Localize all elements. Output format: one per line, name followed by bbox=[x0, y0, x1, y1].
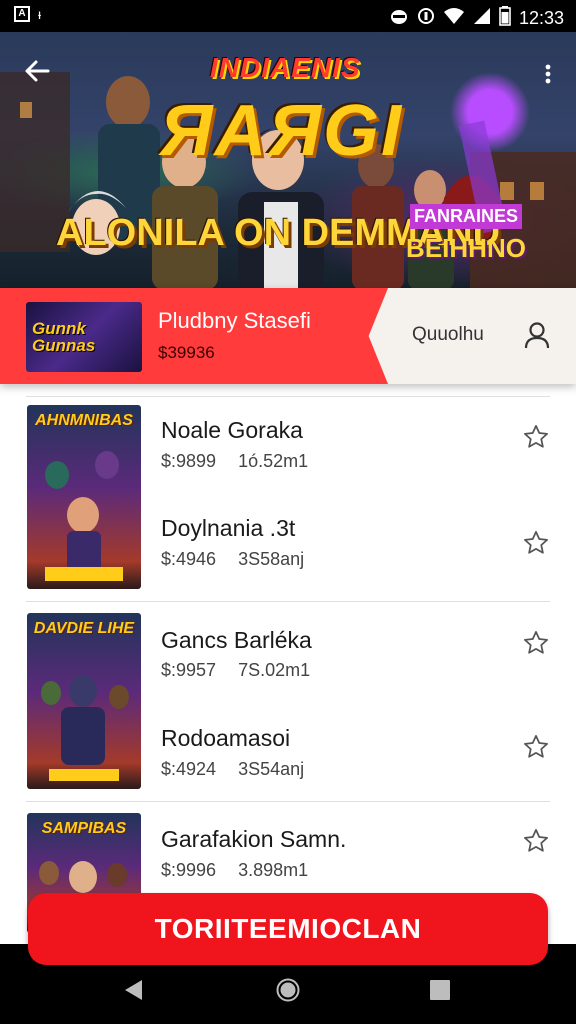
item-price: $:4946 bbox=[161, 549, 217, 569]
item-size: 1ó.52m1 bbox=[238, 451, 309, 471]
triangle-left-icon bbox=[125, 980, 142, 1000]
item-price: $:4924 bbox=[161, 759, 217, 779]
item-meta-3: $:9957 7S.02m1 bbox=[161, 660, 310, 681]
nav-home-button[interactable] bbox=[276, 978, 300, 1002]
list-divider bbox=[26, 396, 550, 397]
nav-recent-apps-button[interactable] bbox=[428, 978, 452, 1002]
favorite-button-4[interactable] bbox=[522, 733, 550, 761]
arrow-left-icon bbox=[25, 60, 50, 82]
item-price: $:9899 bbox=[161, 451, 217, 471]
item-size: 3.898m1 bbox=[238, 860, 309, 880]
item-price: $:9957 bbox=[161, 660, 217, 680]
hero-title-small: INDIAENIS ★ bbox=[210, 52, 361, 83]
star-outline-icon bbox=[524, 531, 548, 554]
item-size: 3S54anj bbox=[238, 759, 305, 779]
cover-title: SAMPIBAS bbox=[41, 820, 127, 837]
status-left: A ᵻ bbox=[14, 6, 41, 22]
item-title-1[interactable]: Noale Goraka bbox=[161, 417, 303, 444]
game-cover-1[interactable]: AHNMNIBAS bbox=[27, 405, 141, 589]
do-not-disturb-icon bbox=[417, 7, 435, 30]
star-outline-icon bbox=[524, 735, 548, 758]
featured-title: Pludbny Stasefi bbox=[158, 308, 311, 333]
cover-art bbox=[41, 675, 129, 781]
hero-badge: FANRAINES BEIHHNO bbox=[404, 204, 528, 276]
clock: 12:33 bbox=[518, 8, 564, 28]
item-title-2[interactable]: Doylnania .3t bbox=[161, 515, 295, 542]
primary-action-button[interactable]: TORIITEEMIOCLAN bbox=[28, 893, 548, 965]
featured-price: $39936 bbox=[158, 343, 215, 362]
more-vertical-icon bbox=[545, 64, 551, 84]
item-price: $:9996 bbox=[161, 860, 217, 880]
item-meta-4: $:4924 3S54anj bbox=[161, 759, 304, 780]
featured-store-label[interactable]: Quuolhu bbox=[412, 324, 484, 346]
game-cover-2[interactable]: DAVDIE LIHE bbox=[27, 613, 141, 789]
featured-card[interactable]: Gunnk Gunnas Pludbny Stasefi $39936 Quuo… bbox=[0, 288, 576, 384]
nav-back-button[interactable] bbox=[122, 978, 146, 1002]
item-meta-2: $:4946 3S58anj bbox=[161, 549, 304, 570]
status-bar: A ᵻ 12:33 bbox=[0, 0, 576, 32]
circle-icon bbox=[276, 978, 300, 1002]
favorite-button-2[interactable] bbox=[522, 529, 550, 557]
list-divider bbox=[26, 801, 550, 802]
square-icon bbox=[430, 980, 450, 1000]
favorite-button-1[interactable] bbox=[522, 423, 550, 451]
star-outline-icon bbox=[524, 631, 548, 654]
profile-button[interactable] bbox=[522, 320, 552, 350]
item-size: 3S58anj bbox=[238, 549, 305, 569]
star-outline-icon bbox=[524, 829, 548, 852]
hero-badge-bottom: BEIHHNO bbox=[406, 233, 526, 263]
cover-title: AHNMNIBAS bbox=[35, 412, 133, 429]
signal-icon bbox=[473, 7, 491, 30]
notification-icon: A bbox=[14, 6, 30, 22]
item-meta-1: $:9899 1ó.52m1 bbox=[161, 451, 308, 472]
item-size: 7S.02m1 bbox=[238, 660, 311, 680]
item-title-3[interactable]: Gancs Barléka bbox=[161, 627, 312, 654]
item-title-5[interactable]: Garafakion Samn. bbox=[161, 826, 346, 853]
favorite-button-3[interactable] bbox=[522, 629, 550, 657]
user-outline-icon bbox=[524, 322, 550, 349]
back-button[interactable] bbox=[22, 56, 56, 90]
ninja-icon bbox=[389, 7, 409, 30]
item-meta-5: $:9996 3.898m1 bbox=[161, 860, 308, 881]
cover-title: DAVDIE LIHE bbox=[33, 620, 135, 637]
list-divider bbox=[26, 601, 550, 602]
more-options-button[interactable] bbox=[542, 62, 554, 86]
wifi-icon bbox=[443, 7, 465, 30]
featured-thumbnail[interactable]: Gunnk Gunnas bbox=[26, 302, 142, 372]
status-right: 12:33 bbox=[389, 6, 564, 31]
item-title-4[interactable]: Rodoamasoi bbox=[161, 725, 290, 752]
hero-title-big: ЯAЯGI bbox=[160, 91, 403, 171]
battery-icon bbox=[499, 6, 511, 31]
carrier-text: ᵻ bbox=[38, 6, 42, 22]
hero-badge-top: FANRAINES bbox=[409, 204, 522, 229]
featured-thumbnail-text: Gunnk Gunnas bbox=[32, 319, 96, 355]
favorite-button-5[interactable] bbox=[522, 827, 550, 855]
hero-banner: INDIAENIS ★ ЯAЯGI ALONILA ON DEMMAND FAN… bbox=[0, 32, 576, 290]
star-outline-icon bbox=[524, 425, 548, 448]
cover-art bbox=[45, 451, 123, 581]
